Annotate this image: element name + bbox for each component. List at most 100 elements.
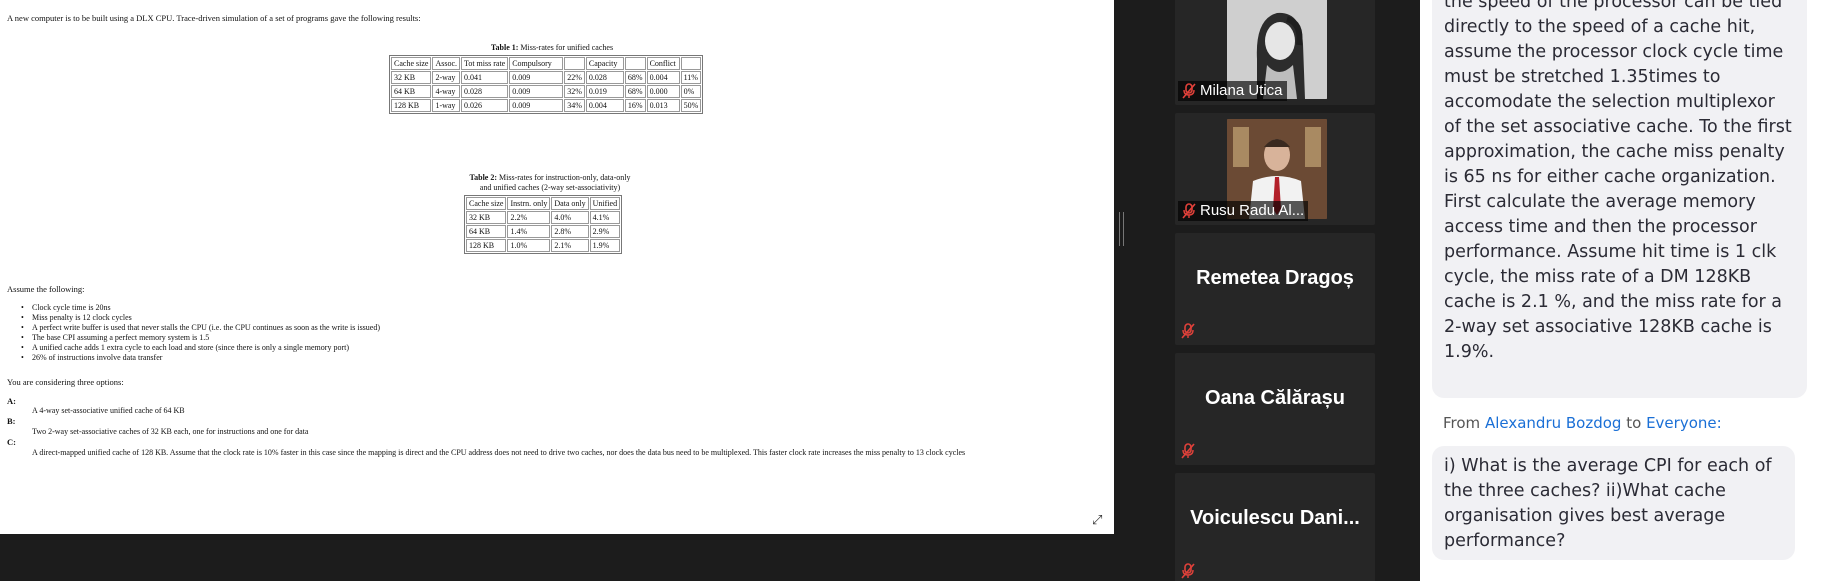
table-cell: 64 KB <box>466 225 507 238</box>
option-c-label: C: <box>7 437 16 447</box>
table-cell: 0% <box>680 85 702 98</box>
list-item: A perfect write buffer is used that neve… <box>20 323 380 333</box>
table-row: 64 KB 1.4% 2.8% 2.9% <box>466 225 621 238</box>
participant-name-label: Rusu Radu Al... <box>1178 201 1309 221</box>
table-header-cell: Capacity <box>585 57 624 70</box>
table-header-cell <box>564 57 585 70</box>
table-cell: 22% <box>564 71 585 84</box>
table-cell: 11% <box>680 71 702 84</box>
expand-diagonal-icon[interactable]: ⤢ <box>1092 513 1102 529</box>
table-cell: 32 KB <box>391 71 432 84</box>
list-item: A unified cache adds 1 extra cycle to ea… <box>20 343 380 353</box>
options-heading: You are considering three options: <box>7 377 124 387</box>
list-item: Clock cycle time is 20ns <box>20 303 380 313</box>
mic-off-icon <box>1182 83 1196 99</box>
table-cell: 2.9% <box>589 225 621 238</box>
participant-name: Remetea Dragoș <box>1196 266 1354 289</box>
table-header-cell: Assoc. <box>432 57 460 70</box>
splitter-handle[interactable] <box>1119 212 1124 246</box>
assume-heading: Assume the following: <box>7 284 85 294</box>
table-row: 32 KB 2.2% 4.0% 4.1% <box>466 211 621 224</box>
chat-sender-line: From Alexandru Bozdog to Everyone: <box>1443 414 1722 432</box>
participant-tile[interactable]: Remetea Dragoș <box>1175 233 1375 345</box>
option-a-label: A: <box>7 396 16 406</box>
table1: Cache size Assoc. Tot miss rate Compulso… <box>389 55 704 114</box>
recipient-link[interactable]: Everyone: <box>1646 414 1722 432</box>
participant-tile[interactable]: Rusu Radu Al... <box>1175 113 1375 225</box>
table-cell: 0.026 <box>461 99 509 112</box>
table-cell: 0.004 <box>646 71 680 84</box>
table-cell: 0.009 <box>509 71 564 84</box>
table-header-cell: Conflict <box>646 57 680 70</box>
chat-panel: the speed of the processor can be tied d… <box>1420 0 1840 581</box>
table-cell: 4.1% <box>589 211 621 224</box>
mic-off-icon <box>1181 563 1195 579</box>
table2-caption: Table 2: Miss-rates for instruction-only… <box>469 173 631 192</box>
participant-tile[interactable]: Milana Utica <box>1175 0 1375 105</box>
table-cell: 16% <box>624 99 646 112</box>
table-cell: 64 KB <box>391 85 432 98</box>
table-cell: 0.013 <box>646 99 680 112</box>
table-header-cell: Cache size <box>391 57 432 70</box>
table-cell: 68% <box>624 71 646 84</box>
table-cell: 0.028 <box>585 71 624 84</box>
table-header-cell: Data only <box>551 197 589 210</box>
sender-name-link[interactable]: Alexandru Bozdog <box>1485 414 1622 432</box>
table-header-cell <box>680 57 702 70</box>
mic-off-icon <box>1181 323 1195 339</box>
option-c-text: A direct-mapped unified cache of 128 KB.… <box>32 448 966 457</box>
table-cell: 0.009 <box>509 85 564 98</box>
table-cell: 50% <box>680 99 702 112</box>
table-header-cell: Cache size <box>466 197 507 210</box>
table-header-cell: Compulsory <box>509 57 564 70</box>
table-cell: 0.019 <box>585 85 624 98</box>
table-row: 32 KB 2-way 0.041 0.009 22% 0.028 68% 0.… <box>391 71 702 84</box>
table-cell: 0.009 <box>509 99 564 112</box>
participant-name: Oana Călărașu <box>1204 386 1346 409</box>
table1-block: Table 1: Miss-rates for unified caches C… <box>389 43 715 114</box>
table-cell: 2.1% <box>551 239 589 252</box>
table-cell: 1-way <box>432 99 460 112</box>
table-cell: 32 KB <box>466 211 507 224</box>
table-row: 128 KB 1.0% 2.1% 1.9% <box>466 239 621 252</box>
table-cell: 128 KB <box>391 99 432 112</box>
option-b-label: B: <box>7 416 16 426</box>
table-row: 64 KB 4-way 0.028 0.009 32% 0.019 68% 0.… <box>391 85 702 98</box>
shared-document: A new computer is to be built using a DL… <box>0 0 1114 534</box>
table-cell: 1.9% <box>589 239 621 252</box>
table-header-cell: Instrn. only <box>507 197 551 210</box>
mic-off-icon <box>1182 203 1196 219</box>
table-cell: 1.0% <box>507 239 551 252</box>
table-cell: 68% <box>624 85 646 98</box>
participant-tile[interactable]: Voiculescu Dani... <box>1175 473 1375 581</box>
participant-name-label: Milana Utica <box>1178 81 1287 101</box>
table-cell: 32% <box>564 85 585 98</box>
chat-message: i) What is the average CPI for each of t… <box>1432 446 1795 560</box>
table1-caption: Table 1: Miss-rates for unified caches <box>490 43 614 52</box>
table-cell: 2.2% <box>507 211 551 224</box>
participant-tile[interactable]: Oana Călărașu <box>1175 353 1375 465</box>
table-cell: 4.0% <box>551 211 589 224</box>
table-row: 128 KB 1-way 0.026 0.009 34% 0.004 16% 0… <box>391 99 702 112</box>
table-cell: 2-way <box>432 71 460 84</box>
table2-block: Table 2: Miss-rates for instruction-only… <box>464 173 636 254</box>
table-cell: 1.4% <box>507 225 551 238</box>
mic-off-icon <box>1181 443 1195 459</box>
table-cell: 2.8% <box>551 225 589 238</box>
table-header-cell: Tot miss rate <box>461 57 509 70</box>
table-cell: 0.000 <box>646 85 680 98</box>
participant-name: Voiculescu Dani... <box>1190 506 1360 529</box>
intro-text: A new computer is to be built using a DL… <box>7 13 421 23</box>
table-header-cell: Unified <box>589 197 621 210</box>
table1-header-row: Cache size Assoc. Tot miss rate Compulso… <box>391 57 702 70</box>
table-cell: 34% <box>564 99 585 112</box>
option-b-text: Two 2-way set-associative caches of 32 K… <box>32 427 309 436</box>
list-item: 26% of instructions involve data transfe… <box>20 353 380 363</box>
list-item: Miss penalty is 12 clock cycles <box>20 313 380 323</box>
list-item: The base CPI assuming a perfect memory s… <box>20 333 380 343</box>
chat-message: the speed of the processor can be tied d… <box>1432 0 1807 398</box>
assumptions-list: Clock cycle time is 20ns Miss penalty is… <box>20 303 380 363</box>
table-cell: 0.004 <box>585 99 624 112</box>
table-cell: 0.028 <box>461 85 509 98</box>
table-cell: 0.041 <box>461 71 509 84</box>
